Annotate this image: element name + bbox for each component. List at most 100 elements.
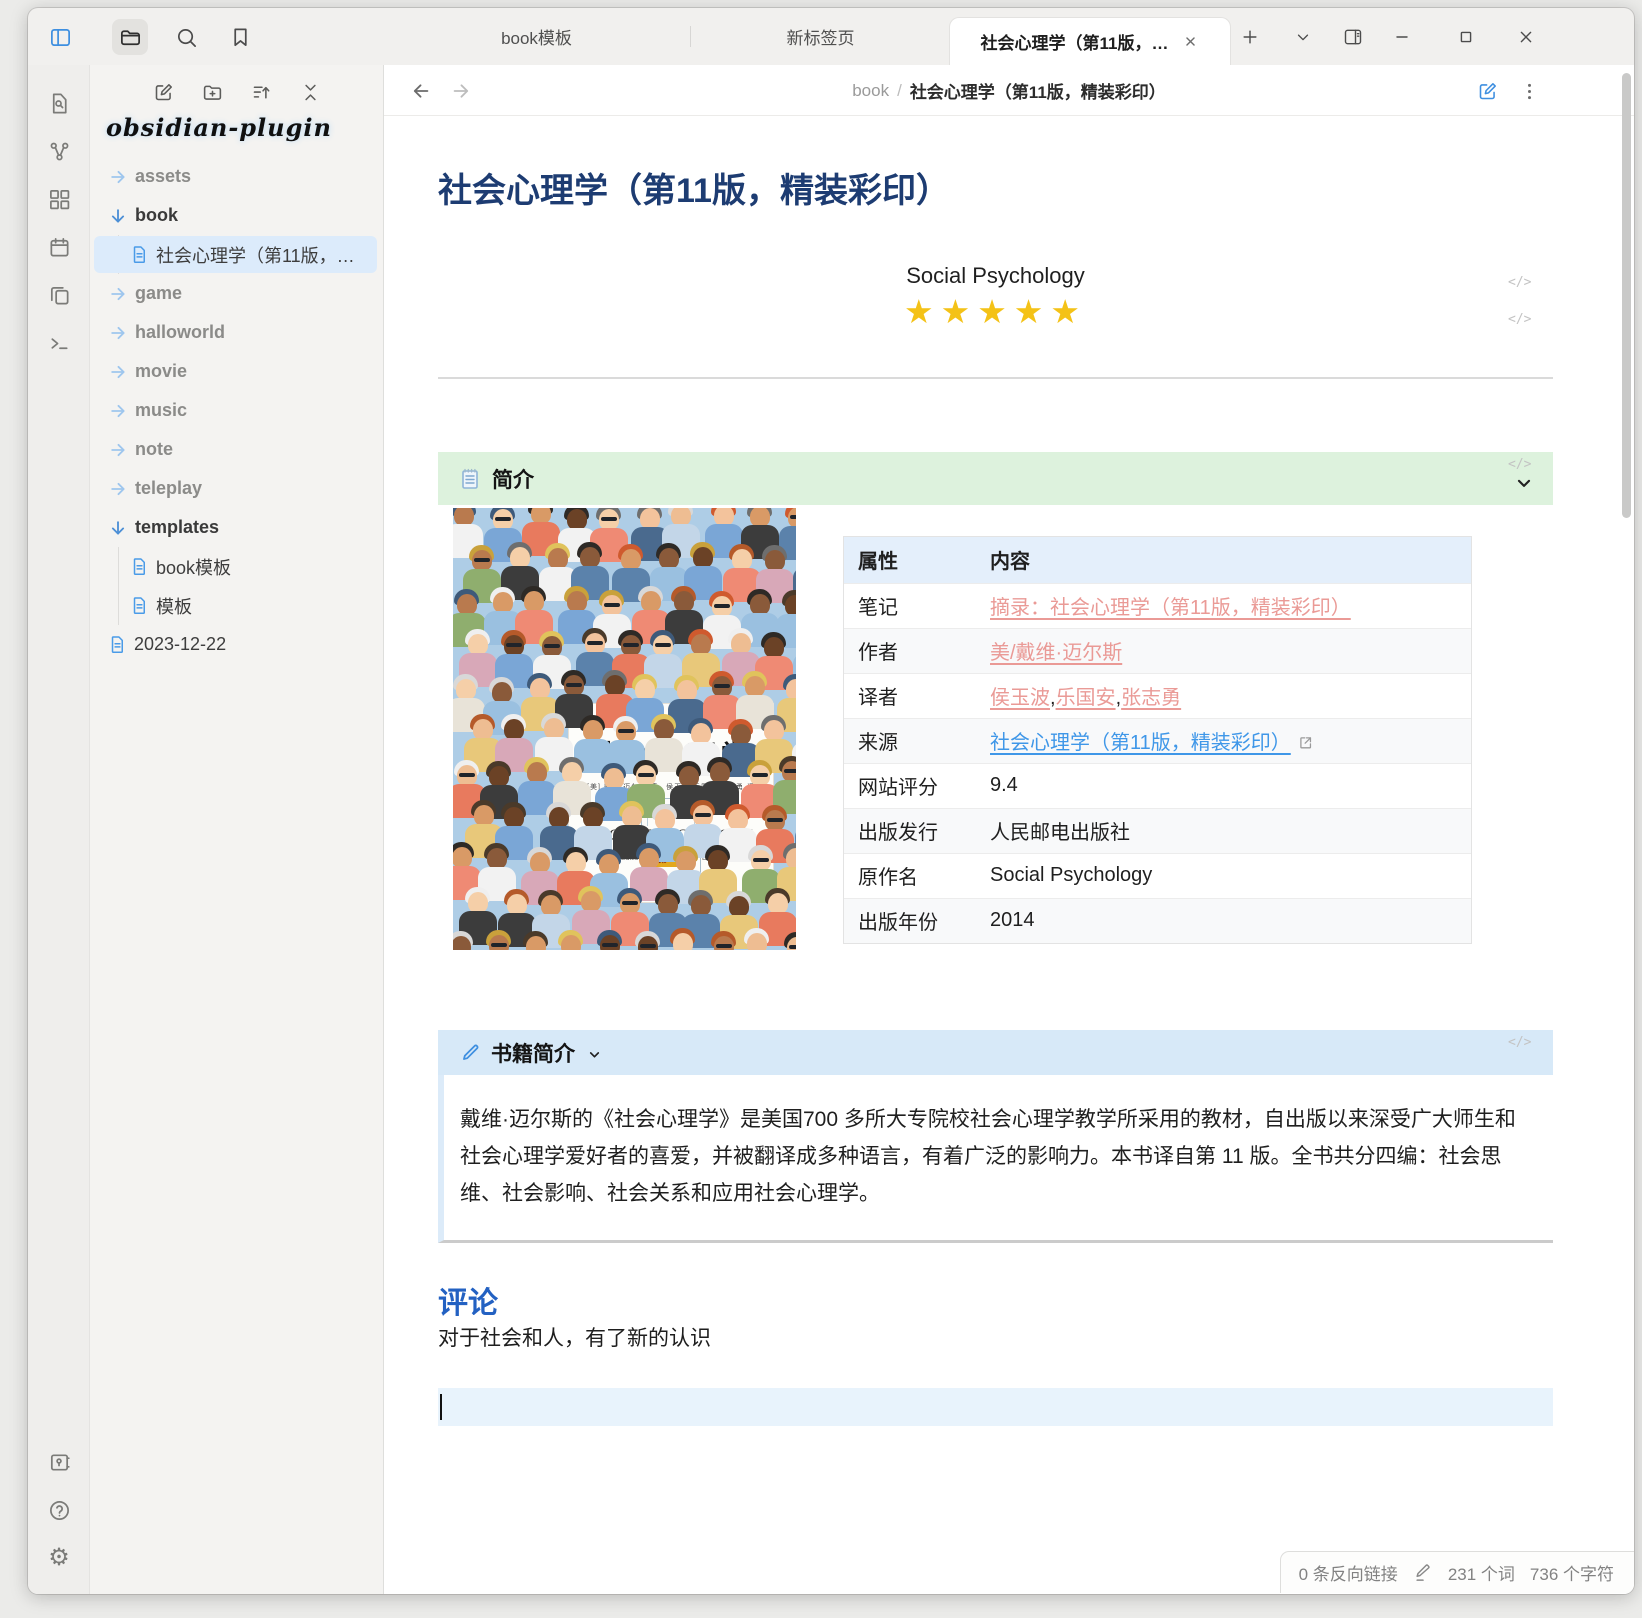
internal-link[interactable]: 美/戴维·迈尔斯 <box>990 642 1122 664</box>
word-count[interactable]: 231 个词 <box>1448 1560 1515 1585</box>
folder-label: game <box>135 283 182 304</box>
chevron-down-icon[interactable] <box>587 1047 602 1062</box>
page-title: 社会心理学（第11版，精装彩印） <box>438 163 1553 212</box>
property-label: 出版发行 <box>844 808 976 853</box>
copy-icon[interactable] <box>28 271 90 319</box>
internal-link[interactable]: 乐国安 <box>1056 687 1116 709</box>
comments-heading: 评论 <box>438 1278 1553 1322</box>
back-icon[interactable] <box>408 78 434 104</box>
table-row: 笔记摘录：社会心理学（第11版，精装彩印） <box>844 583 1471 628</box>
table-cell-value: 9.4 <box>990 774 1018 796</box>
tab-book-template[interactable]: book模板 <box>383 8 690 65</box>
editor-active-line[interactable] <box>438 1388 1553 1426</box>
file-tree: assetsbook社会心理学（第11版，… game halloworld movi… <box>90 157 383 664</box>
external-link[interactable]: 社会心理学（第11版，精装彩印） <box>990 732 1291 754</box>
folder-item-note[interactable]: note <box>90 430 383 469</box>
editor-pane: book / 社会心理学（第11版，精装彩印） 社会心理学（第11版，精装彩印）… <box>383 65 1634 1594</box>
internal-link[interactable]: 摘录：社会心理学（第11版，精装彩印） <box>990 597 1351 619</box>
file-item-book模板[interactable]: book模板 <box>90 547 383 586</box>
property-label: 原作名 <box>844 853 976 898</box>
folder-label: halloworld <box>135 322 225 343</box>
summary-callout-header[interactable]: 书籍简介 <box>438 1030 1553 1075</box>
backlinks-count[interactable]: 0 条反向链接 <box>1299 1560 1398 1585</box>
tab-label: book模板 <box>501 24 572 49</box>
bookmark-icon[interactable] <box>222 19 258 55</box>
settings-icon[interactable]: ⚙ <box>28 1534 90 1582</box>
more-options-icon[interactable] <box>1516 78 1542 104</box>
folder-item-movie[interactable]: movie <box>90 352 383 391</box>
rating-stars: ★★★★★ <box>438 292 1553 331</box>
calendar-icon[interactable] <box>28 223 90 271</box>
breadcrumb: book / 社会心理学（第11版，精装彩印） <box>584 65 1434 116</box>
folder-icon[interactable] <box>112 19 148 55</box>
vault-icon[interactable] <box>28 1438 90 1486</box>
property-label: 笔记 <box>844 583 976 628</box>
char-count[interactable]: 736 个字符 <box>1530 1560 1614 1585</box>
graph-icon[interactable] <box>28 127 90 175</box>
book-cover-image[interactable]: 教育部高等学校心理学教学指导委员会推荐用书 社会心理学 [美] 戴维·迈尔斯 著… <box>453 508 796 950</box>
document-icon <box>108 635 127 654</box>
tab-new[interactable]: 新标签页 <box>691 8 950 65</box>
internal-link[interactable]: 侯玉波 <box>990 687 1050 709</box>
intro-section-header[interactable]: 简介 <box>438 452 1553 505</box>
edit-view-icon[interactable] <box>1474 78 1500 104</box>
window-close-icon[interactable] <box>1508 19 1544 55</box>
file-item-社会心理学（第11版，…[interactable]: 社会心理学（第11版，… <box>90 235 383 274</box>
folder-item-music[interactable]: music <box>90 391 383 430</box>
panel-left-icon[interactable] <box>42 19 78 55</box>
folder-item-teleplay[interactable]: teleplay <box>90 469 383 508</box>
code-block-edit-icon[interactable]: </> <box>1508 312 1531 327</box>
pencil-line-icon[interactable] <box>1413 1563 1433 1583</box>
code-block-edit-icon[interactable]: </> <box>1508 275 1531 290</box>
internal-link[interactable]: 张志勇 <box>1121 687 1181 709</box>
note-content: 社会心理学（第11版，精装彩印） Social Psychology ★★★★★… <box>384 116 1634 1594</box>
table-row: 网站评分9.4 <box>844 763 1471 808</box>
divider <box>438 377 1553 379</box>
breadcrumb-folder[interactable]: book <box>852 81 889 101</box>
search-icon[interactable] <box>168 19 204 55</box>
sort-icon[interactable] <box>246 77 276 107</box>
file-search-icon[interactable] <box>28 79 90 127</box>
document-icon <box>130 596 149 615</box>
intro-section-label: 简介 <box>492 464 534 494</box>
notepad-icon <box>458 467 482 491</box>
forward-icon[interactable] <box>448 78 474 104</box>
window-maximize-icon[interactable] <box>1448 19 1484 55</box>
file-item-2023-12-22[interactable]: 2023-12-22 <box>90 625 383 664</box>
tab-active-note[interactable]: 社会心理学（第11版，… <box>950 18 1230 65</box>
folder-item-game[interactable]: game <box>90 274 383 313</box>
table-row: 作者美/戴维·迈尔斯 <box>844 628 1471 673</box>
chevron-down-icon[interactable] <box>1514 473 1534 493</box>
table-row: 出版年份2014 <box>844 898 1471 943</box>
tab-close-icon[interactable] <box>1182 33 1199 50</box>
folder-item-book[interactable]: book <box>90 196 383 235</box>
canvas-icon[interactable] <box>28 175 90 223</box>
new-note-icon[interactable] <box>148 77 178 107</box>
terminal-icon[interactable] <box>28 319 90 367</box>
collapse-all-icon[interactable] <box>295 77 325 107</box>
folder-item-assets[interactable]: assets <box>90 157 383 196</box>
table-row: 译者侯玉波,乐国安,张志勇 <box>844 673 1471 718</box>
table-row: 出版发行人民邮电出版社 <box>844 808 1471 853</box>
scrollbar[interactable] <box>1622 73 1631 518</box>
pencil-icon <box>460 1042 481 1063</box>
external-link-icon <box>1297 734 1314 751</box>
folder-item-templates[interactable]: templates <box>90 508 383 547</box>
english-title: Social Psychology <box>438 263 1553 289</box>
file-item-模板[interactable]: 模板 <box>90 586 383 625</box>
scrollbar-thumb[interactable] <box>1622 73 1631 518</box>
arrow-right-icon <box>108 401 128 421</box>
folder-item-halloworld[interactable]: halloworld <box>90 313 383 352</box>
panel-right-icon[interactable] <box>1335 19 1371 55</box>
file-label: book模板 <box>156 554 231 580</box>
help-icon[interactable] <box>28 1486 90 1534</box>
plus-icon[interactable] <box>1232 19 1268 55</box>
new-folder-icon[interactable] <box>197 77 227 107</box>
code-block-edit-icon[interactable]: </> <box>1508 457 1531 472</box>
file-label: 模板 <box>156 593 192 619</box>
window-minimize-icon[interactable] <box>1384 19 1420 55</box>
arrow-right-icon <box>108 284 128 304</box>
chevron-down-icon[interactable] <box>1285 19 1321 55</box>
code-block-edit-icon[interactable]: </> <box>1508 1035 1531 1050</box>
table-row: 来源社会心理学（第11版，精装彩印） <box>844 718 1471 763</box>
